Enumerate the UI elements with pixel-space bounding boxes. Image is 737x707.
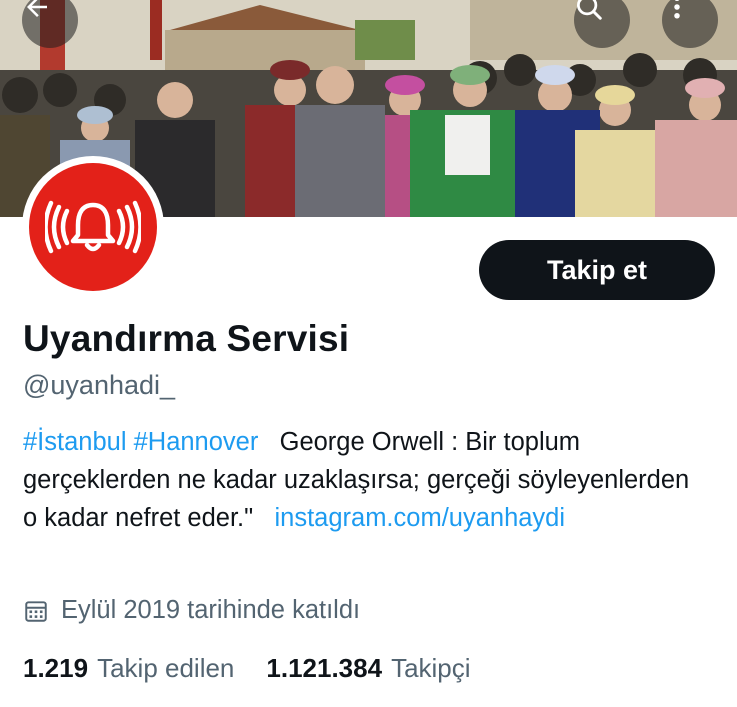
joined-date: Eylül 2019 tarihinde katıldı <box>23 596 360 625</box>
calendar-icon <box>25 600 47 622</box>
hashtag-istanbul[interactable]: #İstanbul <box>23 428 127 456</box>
user-handle: @uyanhadi_ <box>23 370 176 400</box>
back-arrow-icon <box>27 0 47 17</box>
bio-link[interactable]: instagram.com/uyanhaydi <box>274 504 565 532</box>
followers-stat[interactable]: 1.121.384 Takipçi <box>266 653 470 684</box>
following-count: 1.219 <box>23 653 89 683</box>
follow-button[interactable]: Takip et <box>479 240 715 300</box>
alarm-bell-signal-icon <box>45 200 141 254</box>
avatar-logo <box>29 163 157 291</box>
more-vertical-icon <box>674 0 680 19</box>
search-icon <box>577 0 602 20</box>
joined-text: Eylül 2019 tarihinde katıldı <box>61 596 361 624</box>
follow-stats: 1.219 Takip edilen 1.121.384 Takipçi <box>23 653 503 684</box>
hashtag-hannover[interactable]: #Hannover <box>134 428 259 456</box>
profile-avatar[interactable] <box>22 156 164 298</box>
following-stat[interactable]: 1.219 Takip edilen <box>23 653 234 684</box>
profile-bio: #İstanbul #Hannover George Orwell : Bir … <box>23 423 703 537</box>
followers-count: 1.121.384 <box>266 653 383 683</box>
display-name: Uyandırma Servisi <box>23 318 350 359</box>
followers-label: Takipçi <box>391 653 471 683</box>
following-label: Takip edilen <box>97 653 235 683</box>
